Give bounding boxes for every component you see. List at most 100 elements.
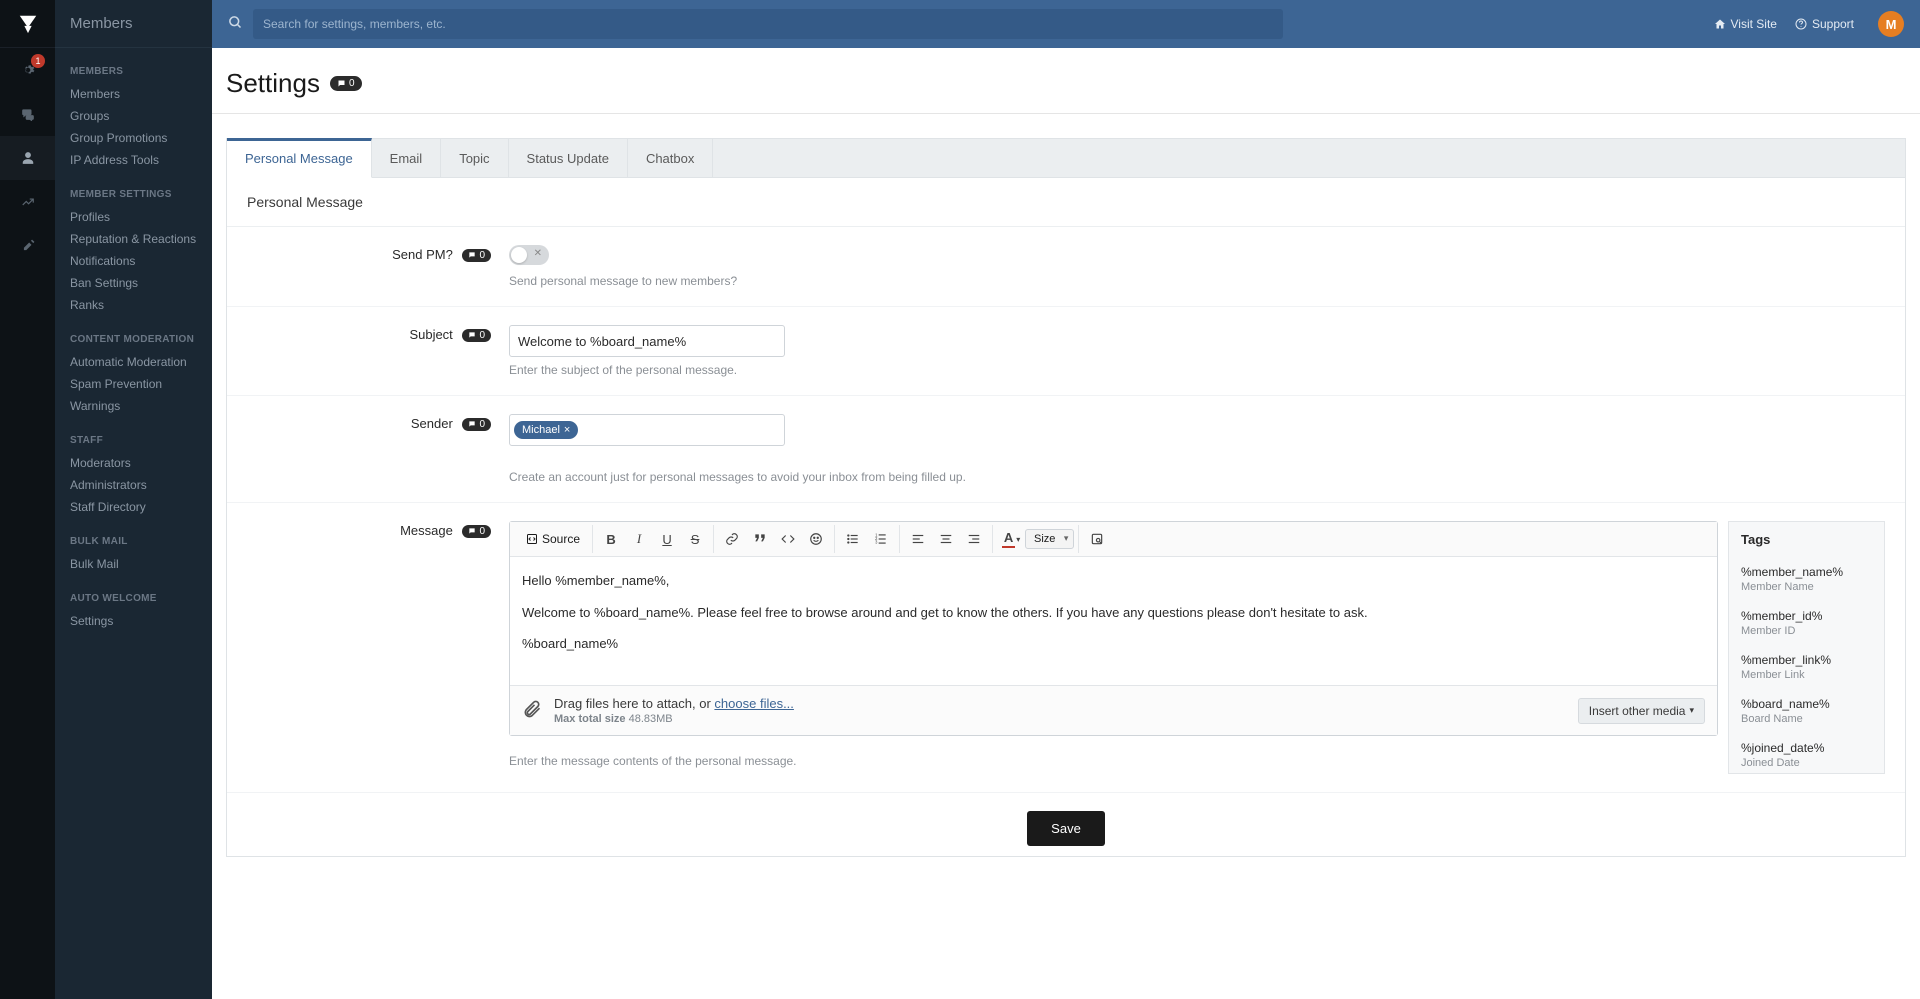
tb-strike[interactable]: S [681,525,709,553]
input-subject[interactable] [509,325,785,357]
choose-files-link[interactable]: choose files... [714,696,794,711]
tb-underline[interactable]: U [653,525,681,553]
tb-code[interactable] [774,525,802,553]
attach-text: Drag files here to attach, or choose fil… [554,696,794,711]
tb-align-right[interactable] [960,525,988,553]
support-link[interactable]: Support [1795,17,1854,31]
tab-chatbox[interactable]: Chatbox [628,139,713,177]
insert-media-button[interactable]: Insert other media ▾ [1578,698,1705,724]
editor-line-2: Welcome to %board_name%. Please feel fre… [522,603,1705,623]
tab-topic[interactable]: Topic [441,139,508,177]
side-link-members[interactable]: Members [55,83,212,105]
side-link-groups[interactable]: Groups [55,105,212,127]
tb-textcolor[interactable]: A▾ [997,525,1025,553]
tb-emoji[interactable] [802,525,830,553]
side-link-group-promotions[interactable]: Group Promotions [55,127,212,149]
rail-item-members[interactable] [0,136,55,180]
tag-item[interactable]: %member_link%Member Link [1729,645,1884,689]
preview-icon [1090,532,1104,546]
toggle-send-pm[interactable]: ✕ [509,245,549,265]
avatar[interactable]: M [1878,11,1904,37]
side-link-reputation[interactable]: Reputation & Reactions [55,228,212,250]
svg-text:3: 3 [875,540,878,545]
side-heading-moderation: CONTENT MODERATION [55,334,212,345]
tb-italic[interactable]: I [625,525,653,553]
badge-sender[interactable]: 0 [462,418,491,431]
rail-item-stats[interactable] [0,180,55,224]
topbar: Visit Site Support M [212,0,1920,48]
tb-align-center[interactable] [932,525,960,553]
badge-subject[interactable]: 0 [462,329,491,342]
side-link-staff-dir[interactable]: Staff Directory [55,496,212,518]
editor-body[interactable]: Hello %member_name%, Welcome to %board_n… [510,557,1717,685]
side-heading-members: MEMBERS [55,66,212,77]
tag-item[interactable]: %board_name%Board Name [1729,689,1884,733]
side-link-warnings[interactable]: Warnings [55,395,212,417]
side-link-auto-mod[interactable]: Automatic Moderation [55,351,212,373]
side-link-ban[interactable]: Ban Settings [55,272,212,294]
rail-badge: 1 [31,54,45,68]
tab-personal-message[interactable]: Personal Message [227,138,372,178]
rail-item-community[interactable] [0,92,55,136]
badge-send-pm[interactable]: 0 [462,249,491,262]
visit-site-label: Visit Site [1731,17,1777,31]
toggle-knob [511,247,527,263]
help-message: Enter the message contents of the person… [509,754,1718,768]
tb-ol[interactable]: 123 [867,525,895,553]
save-button[interactable]: Save [1027,811,1105,846]
rail-item-system[interactable]: 1 [0,48,55,92]
main: Settings 0 Personal Message Email Topic … [212,0,1920,887]
side-heading-member-settings: MEMBER SETTINGS [55,189,212,200]
chip-remove-icon[interactable]: × [564,424,570,436]
side-link-spam[interactable]: Spam Prevention [55,373,212,395]
side-link-ip-tools[interactable]: IP Address Tools [55,149,212,171]
quote-icon [753,532,767,546]
side-link-moderators[interactable]: Moderators [55,452,212,474]
tb-ul[interactable] [839,525,867,553]
side-link-bulk-mail[interactable]: Bulk Mail [55,553,212,575]
search-icon[interactable] [226,15,253,33]
label-sender: Sender [411,416,453,431]
sender-chip: Michael × [514,421,578,439]
row-subject: Subject 0 Enter the subject of the perso… [227,307,1905,396]
badge-message[interactable]: 0 [462,525,491,538]
side-heading-bulk-mail: BULK MAIL [55,536,212,547]
side-link-notifications[interactable]: Notifications [55,250,212,272]
tags-heading: Tags [1729,522,1884,557]
page-head: Settings 0 [212,48,1920,114]
page-title-badge[interactable]: 0 [330,76,362,91]
input-sender[interactable]: Michael × [509,414,785,446]
search-input[interactable] [253,9,1283,39]
tb-source-button[interactable]: Source [518,525,588,553]
panel-title: Personal Message [227,178,1905,227]
home-icon [1714,18,1726,30]
tb-preview[interactable] [1083,525,1111,553]
brand-logo[interactable] [0,0,55,48]
visit-site-link[interactable]: Visit Site [1714,17,1777,31]
tb-size-select[interactable]: Size [1025,529,1074,549]
side-link-ranks[interactable]: Ranks [55,294,212,316]
source-icon [526,533,538,545]
save-bar: Save [227,793,1905,856]
align-left-icon [911,532,925,546]
tb-bold[interactable]: B [597,525,625,553]
side-link-admins[interactable]: Administrators [55,474,212,496]
tb-link[interactable] [718,525,746,553]
icon-rail: 1 [0,0,55,999]
tb-align-left[interactable] [904,525,932,553]
tags-list[interactable]: %member_name%Member Name %member_id%Memb… [1729,557,1884,773]
side-link-profiles[interactable]: Profiles [55,206,212,228]
tab-status-update[interactable]: Status Update [509,139,628,177]
tb-quote[interactable] [746,525,774,553]
tags-panel: Tags %member_name%Member Name %member_id… [1728,521,1885,774]
tab-email[interactable]: Email [372,139,442,177]
tag-item[interactable]: %member_name%Member Name [1729,557,1884,601]
tag-item[interactable]: %joined_date%Joined Date [1729,733,1884,773]
editor: Source B I U S [509,521,1718,736]
tag-item[interactable]: %member_id%Member ID [1729,601,1884,645]
editor-toolbar: Source B I U S [510,522,1717,557]
row-message: Message 0 [227,503,1905,793]
help-sender: Create an account just for personal mess… [509,470,1885,484]
side-link-settings[interactable]: Settings [55,610,212,632]
rail-item-customize[interactable] [0,224,55,268]
